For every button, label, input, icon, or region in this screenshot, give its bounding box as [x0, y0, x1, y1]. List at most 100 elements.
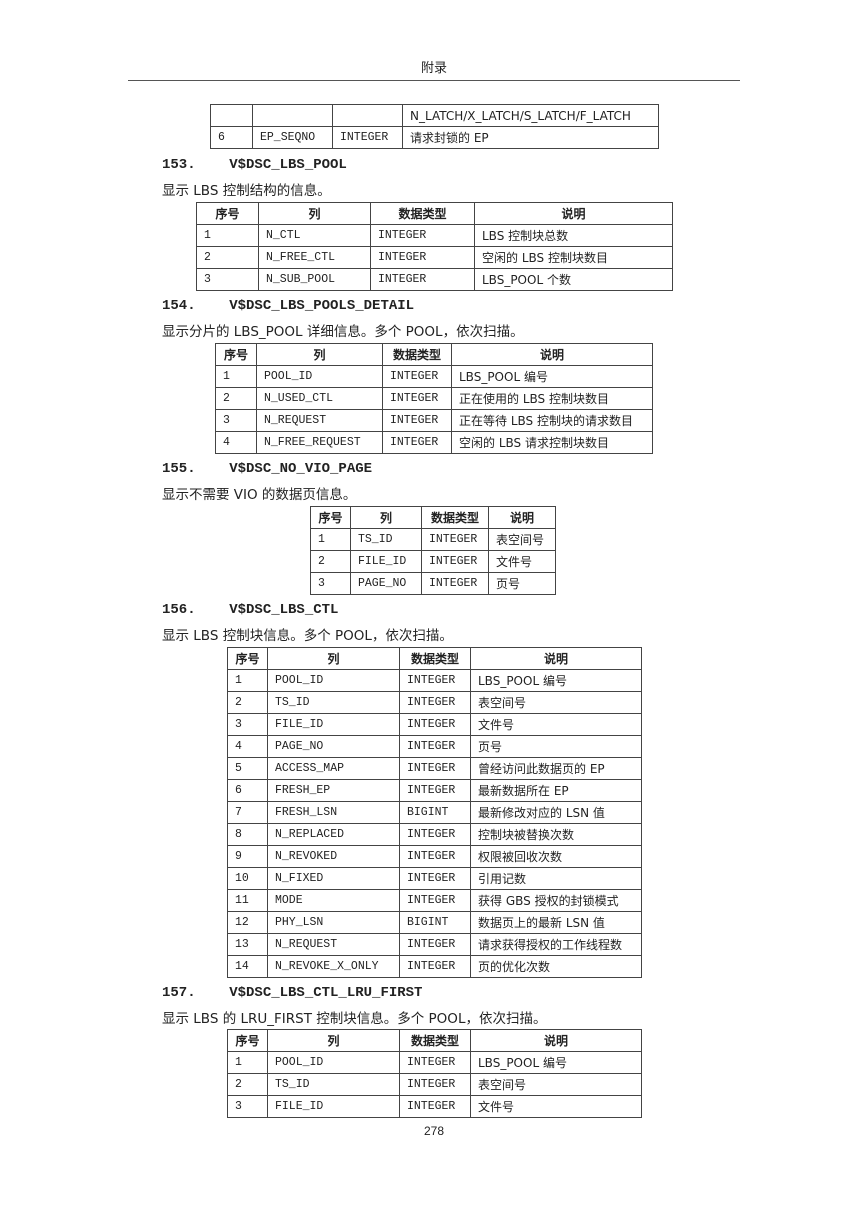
carryover-table: N_LATCH/X_LATCH/S_LATCH/F_LATCH 6 EP_SEQNO… — [210, 104, 659, 149]
description-cell: 表空间号 — [470, 691, 642, 714]
seq-cell: 2 — [227, 1073, 268, 1096]
data-type-cell: INTEGER — [382, 387, 452, 410]
table-row: N_LATCH/X_LATCH/S_LATCH/F_LATCH — [210, 104, 659, 127]
seq-cell: 3 — [227, 1095, 268, 1118]
table-header-cell: 序号 — [215, 343, 257, 366]
column-name-cell: FILE_ID — [267, 1095, 400, 1118]
column-name-cell: PAGE_NO — [350, 572, 422, 595]
table-header-cell: 序号 — [227, 647, 268, 670]
table-header-cell: 序号 — [196, 202, 259, 225]
column-name-cell: N_FIXED — [267, 867, 400, 890]
data-type-cell: INTEGER — [382, 409, 452, 432]
table-row: 11 MODE INTEGER 获得 GBS 授权的封锁模式 — [227, 889, 642, 912]
description-cell: 权限被回收次数 — [470, 845, 642, 868]
table-header-cell: 列 — [350, 506, 422, 529]
data-type-cell: INTEGER — [421, 572, 489, 595]
table-header-cell: 说明 — [488, 506, 556, 529]
table-header-cell: 数据类型 — [382, 343, 452, 366]
section-table-153: 序号列数据类型 说明 1 N_CTL INTEGER LBS 控制块总数 2 N_FREE_C… — [196, 202, 673, 291]
table-header-cell: 列 — [256, 343, 383, 366]
description-cell: N_LATCH/X_LATCH/S_LATCH/F_LATCH — [402, 104, 659, 127]
table-row: 7 FRESH_LSN BIGINT 最新修改对应的 LSN 值 — [227, 801, 642, 824]
seq-cell: 9 — [227, 845, 268, 868]
column-name-cell: N_REPLACED — [267, 823, 400, 846]
section-heading-153: 153. V$DSC_LBS_POOL — [162, 157, 347, 173]
description-cell: 正在等待 LBS 控制块的请求数目 — [451, 409, 653, 432]
data-type-cell: BIGINT — [399, 911, 471, 934]
seq-cell: 1 — [227, 669, 268, 692]
table-header-cell: 说明 — [474, 202, 673, 225]
seq-cell: 3 — [196, 268, 259, 291]
data-type-cell: INTEGER — [399, 889, 471, 912]
seq-cell: 3 — [227, 713, 268, 736]
table-row: 10 N_FIXED INTEGER 引用记数 — [227, 867, 642, 890]
data-type-cell: INTEGER — [421, 550, 489, 573]
data-type-cell: INTEGER — [399, 823, 471, 846]
section-heading-154: 154. V$DSC_LBS_POOLS_DETAIL — [162, 298, 415, 314]
description-cell: 正在使用的 LBS 控制块数目 — [451, 387, 653, 410]
column-name-cell: N_REQUEST — [256, 409, 383, 432]
table-header-row: 序号列数据类型 说明 — [227, 1029, 642, 1052]
seq-cell: 7 — [227, 801, 268, 824]
seq-cell: 12 — [227, 911, 268, 934]
table-row: 3 FILE_ID INTEGER 文件号 — [227, 713, 642, 736]
description-cell: 曾经访问此数据页的 EP — [470, 757, 642, 780]
column-name-cell: ACCESS_MAP — [267, 757, 400, 780]
description-cell: 页号 — [488, 572, 556, 595]
seq-cell: 4 — [227, 735, 268, 758]
section-table-block-153: 序号列数据类型 说明 1 N_CTL INTEGER LBS 控制块总数 2 N_FREE_C… — [196, 202, 673, 291]
table-row: 1 TS_ID INTEGER 表空间号 — [310, 528, 556, 551]
table-row: 2 N_FREE_CTL INTEGER 空闲的 LBS 控制块数目 — [196, 246, 673, 269]
data-type-cell: INTEGER — [382, 365, 452, 388]
description-cell: 最新修改对应的 LSN 值 — [470, 801, 642, 824]
column-name-cell: TS_ID — [267, 691, 400, 714]
column-name-cell: N_FREE_REQUEST — [256, 431, 383, 454]
description-cell: 控制块被替换次数 — [470, 823, 642, 846]
seq-cell: 6 — [227, 779, 268, 802]
table-header-cell: 列 — [258, 202, 371, 225]
column-name-cell: FILE_ID — [350, 550, 422, 573]
description-cell: 最新数据所在 EP — [470, 779, 642, 802]
section-table-156: 序号列数据类型 说明 1 POOL_ID INTEGER LBS_POOL 编号 2 TS_I… — [227, 647, 642, 978]
table-row: 3 FILE_ID INTEGER 文件号 — [227, 1095, 642, 1118]
seq-cell: 14 — [227, 955, 268, 978]
data-type-cell: INTEGER — [399, 867, 471, 890]
section-heading-156: 156. V$DSC_LBS_CTL — [162, 602, 339, 618]
data-type-cell: INTEGER — [370, 224, 475, 247]
section-table-155: 序号列数据类型 说明 1 TS_ID INTEGER 表空间号 2 FILE_ID INTEGE… — [310, 506, 556, 595]
table-header-cell: 列 — [267, 647, 400, 670]
seq-cell: 2 — [196, 246, 259, 269]
column-name-cell: N_REVOKE_X_ONLY — [267, 955, 400, 978]
seq-cell: 2 — [227, 691, 268, 714]
data-type-cell: INTEGER — [399, 1051, 471, 1074]
section-description-155: 显示不需要 VIO 的数据页信息。 — [162, 487, 357, 503]
table-row: 13 N_REQUEST INTEGER 请求获得授权的工作线程数 — [227, 933, 642, 956]
description-cell: LBS_POOL 编号 — [451, 365, 653, 388]
column-name-cell: MODE — [267, 889, 400, 912]
table-row: 1 POOL_ID INTEGER LBS_POOL 编号 — [227, 669, 642, 692]
table-header-cell: 列 — [267, 1029, 400, 1052]
description-cell: 获得 GBS 授权的封锁模式 — [470, 889, 642, 912]
data-type-cell: INTEGER — [370, 246, 475, 269]
table-row: 6 FRESH_EP INTEGER 最新数据所在 EP — [227, 779, 642, 802]
data-type-cell — [332, 104, 403, 127]
description-cell: LBS_POOL 编号 — [470, 669, 642, 692]
table-row: 2 N_USED_CTL INTEGER 正在使用的 LBS 控制块数目 — [215, 387, 653, 410]
seq-cell: 1 — [227, 1051, 268, 1074]
section-table-154: 序号列数据类型 说明 1 POOL_ID INTEGER LBS_POOL 编号 2 N_US… — [215, 343, 653, 454]
section-heading-155: 155. V$DSC_NO_VIO_PAGE — [162, 461, 373, 477]
section-table-157: 序号列数据类型 说明 1 POOL_ID INTEGER LBS_POOL 编号 2 TS_I… — [227, 1029, 642, 1118]
data-type-cell: INTEGER — [399, 735, 471, 758]
column-name-cell: FILE_ID — [267, 713, 400, 736]
data-type-cell: INTEGER — [399, 669, 471, 692]
table-header-cell: 序号 — [227, 1029, 268, 1052]
section-description-156: 显示 LBS 控制块信息。多个 POOL，依次扫描。 — [162, 628, 453, 644]
description-cell: 文件号 — [488, 550, 556, 573]
table-row: 4 PAGE_NO INTEGER 页号 — [227, 735, 642, 758]
section-table-block-154: 序号列数据类型 说明 1 POOL_ID INTEGER LBS_POOL 编号 2 N_US… — [215, 343, 653, 454]
section-heading-157: 157. V$DSC_LBS_CTL_LRU_FIRST — [162, 985, 423, 1001]
section-table-block-156: 序号列数据类型 说明 1 POOL_ID INTEGER LBS_POOL 编号 2 TS_I… — [227, 647, 642, 978]
column-name-cell: PHY_LSN — [267, 911, 400, 934]
seq-cell: 2 — [310, 550, 351, 573]
description-cell: 表空间号 — [470, 1073, 642, 1096]
